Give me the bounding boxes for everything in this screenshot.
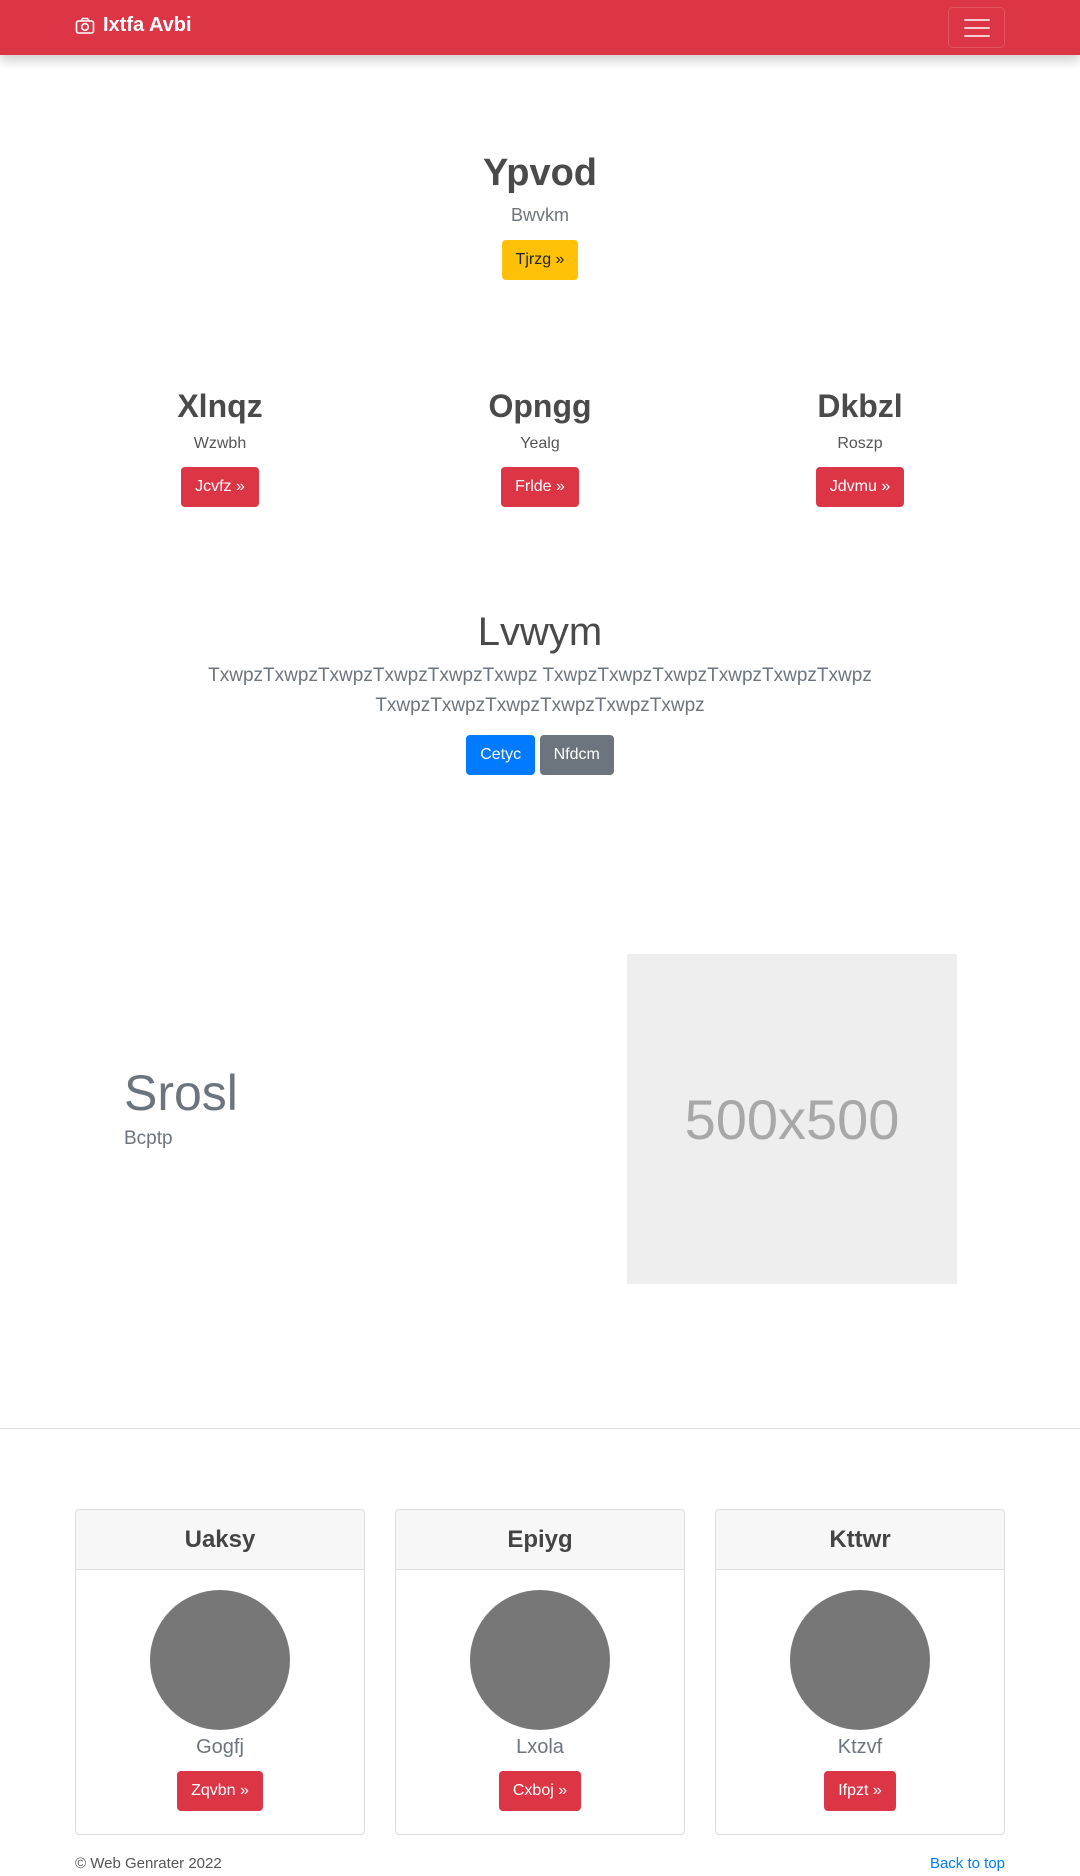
- column-button[interactable]: Frlde »: [501, 467, 579, 507]
- lead-text-line-2: TxwpzTxwpzTxwpzTxwpzTxwpzTxwpz: [375, 695, 705, 716]
- card-header: Epiyg: [396, 1510, 684, 1570]
- card-name: Gogfj: [196, 1736, 244, 1758]
- navbar: Ixtfa Avbi: [0, 0, 1080, 55]
- column-title: Xlnqz: [177, 388, 263, 424]
- footer-copyright: © Web Genrater 2022: [75, 1855, 222, 1872]
- back-to-top-link[interactable]: Back to top: [930, 1855, 1005, 1872]
- secondary-button[interactable]: Nfdcm: [539, 735, 614, 775]
- column-2: Opngg Yealg Frlde »: [390, 388, 690, 507]
- hero-button[interactable]: Tjrzg »: [501, 240, 579, 280]
- column-1: Xlnqz Wzwbh Jcvfz »: [70, 388, 370, 507]
- navbar-brand[interactable]: Ixtfa Avbi: [75, 14, 192, 37]
- hamburger-icon: [963, 18, 990, 21]
- navbar-toggler-button[interactable]: [948, 7, 1005, 48]
- lead-title: Lvwym: [477, 610, 603, 654]
- hamburger-icon-line: [963, 26, 990, 29]
- hero-subtitle: Bwvkm: [511, 205, 569, 225]
- column-3: Dkbzl Roszp Jdvmu »: [710, 388, 1010, 507]
- feature-subtitle: Bcptp: [124, 1128, 173, 1149]
- avatar: [150, 1590, 290, 1730]
- card-name: Lxola: [516, 1736, 564, 1758]
- card-2: Epiyg Lxola Cxboj »: [395, 1509, 685, 1835]
- feature-title: Srosl: [124, 1065, 238, 1121]
- hero-section: Ypvod Bwvkm Tjrzg »: [0, 152, 1080, 280]
- placeholder-image: 500x500: [627, 954, 957, 1284]
- column-button[interactable]: Jdvmu »: [815, 467, 905, 507]
- column-subtitle: Roszp: [837, 435, 883, 452]
- column-title: Dkbzl: [817, 388, 903, 424]
- avatar: [470, 1590, 610, 1730]
- column-title: Opngg: [488, 388, 592, 424]
- card-header: Uaksy: [76, 1510, 364, 1570]
- hamburger-icon-line: [963, 34, 990, 37]
- card-3: Kttwr Ktzvf Ifpzt »: [715, 1509, 1005, 1835]
- placeholder-label: 500x500: [684, 1087, 900, 1151]
- hero-title: Ypvod: [482, 152, 598, 194]
- column-button[interactable]: Jcvfz »: [181, 467, 259, 507]
- card-header: Kttwr: [716, 1510, 1004, 1570]
- brand-label: Ixtfa Avbi: [103, 14, 192, 36]
- lead-text-line-1: TxwpzTxwpzTxwpzTxwpzTxwpzTxwpz TxwpzTxwp…: [208, 665, 872, 686]
- card-name: Ktzvf: [837, 1736, 883, 1758]
- camera-icon: [75, 17, 95, 35]
- column-subtitle: Wzwbh: [193, 435, 247, 452]
- avatar: [790, 1590, 930, 1730]
- card-button[interactable]: Zqvbn »: [177, 1771, 263, 1811]
- primary-button[interactable]: Cetyc: [466, 735, 536, 775]
- card-1: Uaksy Gogfj Zqvbn »: [75, 1509, 365, 1835]
- section-divider: [0, 1428, 1080, 1429]
- column-subtitle: Yealg: [520, 435, 560, 452]
- lead-section: Lvwym TxwpzTxwpzTxwpzTxwpzTxwpzTxwpz Txw…: [0, 610, 1080, 775]
- card-button[interactable]: Cxboj »: [498, 1771, 582, 1811]
- card-button[interactable]: Ifpzt »: [824, 1771, 896, 1811]
